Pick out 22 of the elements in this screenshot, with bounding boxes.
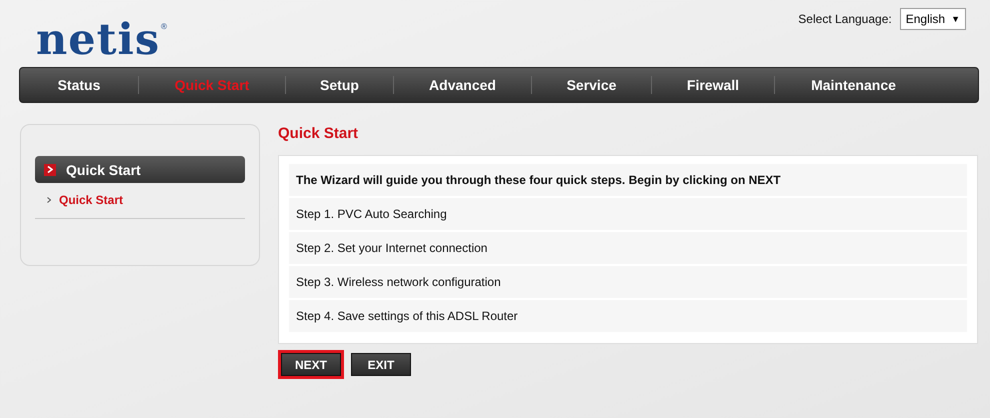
language-label: Select Language:	[798, 12, 892, 26]
nav-tab[interactable]: Service	[532, 76, 652, 94]
sidebar-title: Quick Start	[66, 162, 141, 178]
nav-tab[interactable]: Maintenance	[775, 76, 932, 94]
nav-tab[interactable]: Advanced	[394, 76, 532, 94]
logo: netis	[36, 16, 160, 64]
nav-tab[interactable]: Status	[20, 76, 139, 94]
chevron-icon	[44, 164, 56, 176]
step-text: Step 4. Save settings of this ADSL Router	[289, 300, 967, 332]
registered-mark: ®	[161, 22, 167, 31]
page-title: Quick Start	[278, 124, 360, 144]
chevron-icon	[47, 197, 51, 203]
sidebar-item[interactable]: Quick Start	[59, 193, 124, 207]
action-button[interactable]: NEXT	[281, 353, 341, 376]
step-text: Step 1. PVC Auto Searching	[289, 198, 967, 230]
nav-tab[interactable]: Firewall	[652, 76, 775, 94]
action-button[interactable]: EXIT	[351, 353, 411, 376]
nav-tab[interactable]: Setup	[286, 76, 394, 94]
intro-text: The Wizard will guide you through these four quick steps. Begin by clicking on NEXT	[289, 164, 967, 196]
language-select[interactable]: English ▼	[900, 8, 966, 30]
step-text: Step 2. Set your Internet connection	[289, 232, 967, 264]
step-text: Step 3. Wireless network configuration	[289, 266, 967, 298]
